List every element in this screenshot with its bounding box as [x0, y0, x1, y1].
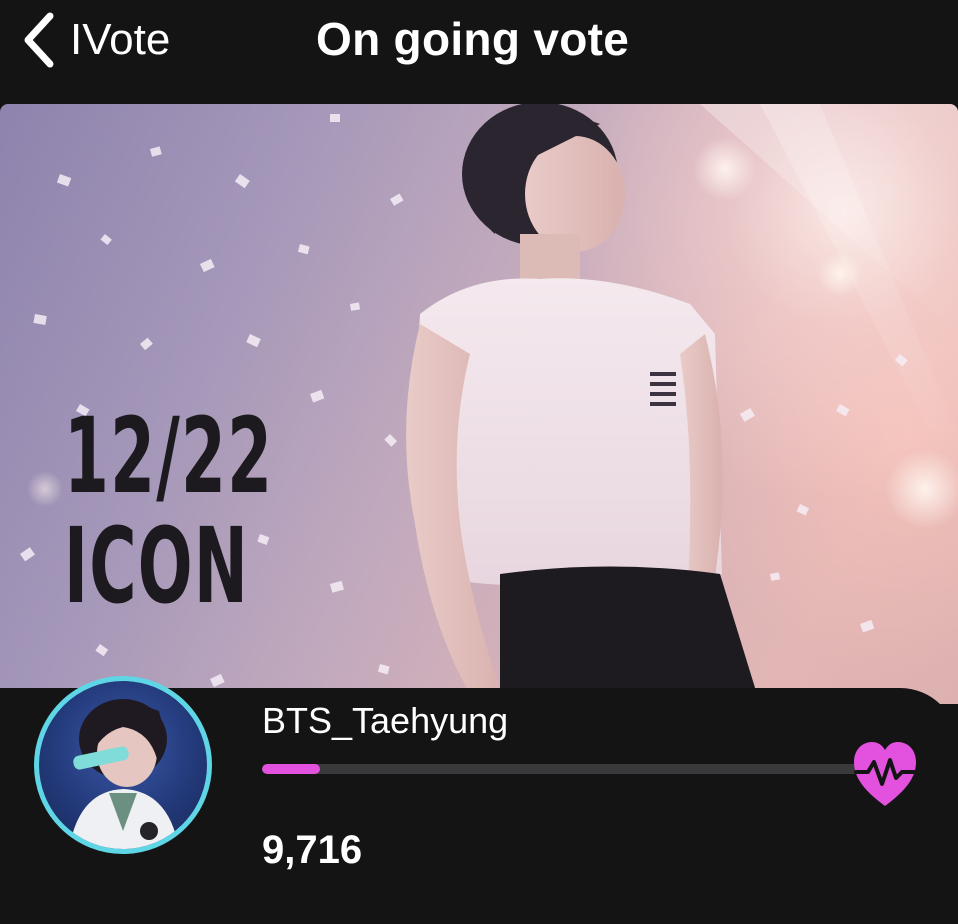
vote-button[interactable] — [852, 734, 918, 814]
candidate-avatar — [34, 676, 212, 854]
candidate-name: BTS_Taehyung — [262, 700, 509, 741]
vote-count: 9,716 — [262, 828, 363, 872]
page-title: On going vote — [316, 13, 630, 65]
banner-caption: 12/22 ICON — [64, 404, 273, 618]
nav-bar: IVote On going vote — [0, 0, 958, 88]
banner-subtitle: ICON — [64, 505, 250, 627]
candidate-card[interactable]: BTS_Taehyung 9,716 — [0, 676, 958, 924]
heart-pulse-icon — [854, 742, 916, 806]
chevron-left-icon — [20, 12, 56, 68]
vote-banner-image: 12/22 ICON — [0, 104, 958, 704]
back-label: IVote — [70, 15, 171, 64]
vote-progress-fill — [262, 764, 320, 774]
vote-progress-bar — [262, 764, 868, 774]
banner-date: 12/22 — [64, 395, 274, 517]
back-button[interactable]: IVote — [20, 10, 170, 70]
vote-screen: IVote On going vote 12/22 ICON BTS_Taehy… — [0, 0, 958, 924]
